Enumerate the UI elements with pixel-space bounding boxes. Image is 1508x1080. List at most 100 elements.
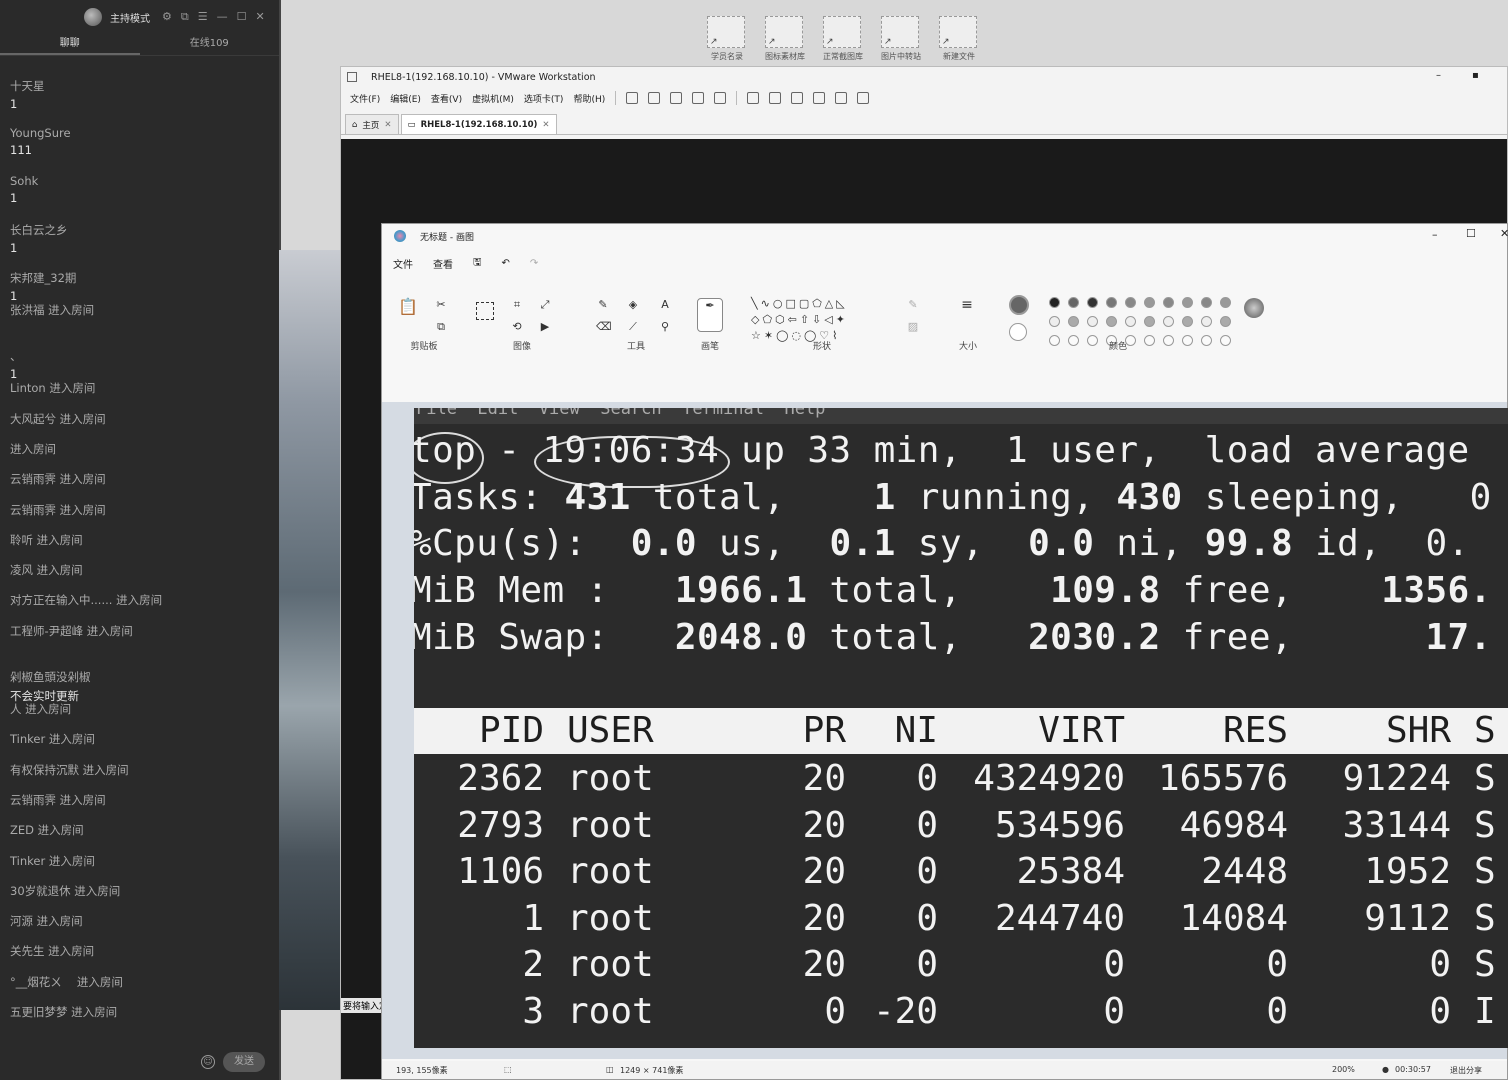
shapes-gallery[interactable]: ╲∿○□▢⬠△◺ ◇⬠⬡⇦⇧⇩◁✦ ☆✶◯◌◯♡⌇: [751, 296, 891, 344]
pause-icon[interactable]: [626, 92, 639, 104]
save-icon[interactable]: 🖫: [473, 255, 482, 272]
sender-name: YoungSure: [10, 126, 71, 140]
color-swatch[interactable]: [1087, 316, 1098, 327]
rotate-icon[interactable]: ⟲: [510, 320, 524, 334]
line-size-icon[interactable]: ≡: [960, 298, 974, 312]
stretch-icon[interactable]: [857, 92, 870, 104]
color-swatch[interactable]: [1087, 297, 1098, 308]
color-swatch[interactable]: [1125, 316, 1136, 327]
tab-home[interactable]: ⌂ 主页 ✕: [345, 114, 399, 134]
snapshot-icon[interactable]: [670, 92, 683, 104]
color-picker-icon[interactable]: ⟋: [626, 320, 640, 334]
tab-chat[interactable]: 聊聊: [0, 34, 140, 55]
maximize-icon[interactable]: ☐: [237, 10, 247, 24]
send-keys-icon[interactable]: [648, 92, 661, 104]
color-swatch[interactable]: [1144, 316, 1155, 327]
color-swatch[interactable]: [1201, 316, 1212, 327]
desktop-shortcut[interactable]: 图片中转站: [881, 16, 921, 62]
tab-vm[interactable]: ▭ RHEL8-1(192.168.10.10) ✕: [400, 114, 557, 134]
close-icon[interactable]: ✕: [1500, 227, 1508, 240]
settings-icon[interactable]: ⚙: [162, 10, 172, 24]
menu-edit[interactable]: 编辑(E): [390, 92, 421, 105]
brush-icon[interactable]: ✒: [697, 298, 723, 332]
table-cell: 2793: [457, 804, 544, 846]
revert-snapshot-icon[interactable]: [692, 92, 705, 104]
summary-text: 19:06:34: [542, 430, 720, 471]
color-swatch[interactable]: [1049, 316, 1060, 327]
redo-icon[interactable]: ↷: [530, 258, 538, 269]
menu-icon[interactable]: ☰: [198, 10, 208, 24]
shortcut-icon: [823, 16, 861, 48]
maximize-icon[interactable]: ☐: [1466, 227, 1476, 240]
close-icon[interactable]: ✕: [255, 10, 264, 24]
thumbnail-view-icon[interactable]: [769, 92, 782, 104]
terminal-screenshot[interactable]: File Edit View Search Terminal Help top …: [414, 408, 1508, 1048]
edit-colors-icon[interactable]: [1244, 298, 1264, 318]
close-icon[interactable]: ✕: [384, 120, 391, 130]
group-label: 画笔: [700, 342, 719, 352]
menu-help[interactable]: 帮助(H): [573, 92, 605, 105]
color-swatch[interactable]: [1125, 297, 1136, 308]
fill-icon[interactable]: ◈: [626, 298, 640, 312]
summary-line: %Cpu(s): 0.0 us, 0.1 sy, 0.0 ni, 99.8 id…: [414, 523, 1470, 564]
menu-file[interactable]: 文件(F): [350, 92, 380, 105]
text-icon[interactable]: A: [658, 298, 672, 312]
color-swatch[interactable]: [1144, 297, 1155, 308]
exit-share-button[interactable]: 退出分享: [1450, 1065, 1482, 1076]
color-swatch[interactable]: [1106, 297, 1117, 308]
select-icon[interactable]: [476, 302, 494, 320]
color-swatch[interactable]: [1163, 297, 1174, 308]
flip-icon[interactable]: ▶: [538, 320, 552, 334]
desktop-shortcut[interactable]: 新建文件: [939, 16, 979, 62]
unity-icon[interactable]: [813, 92, 826, 104]
color-swatch[interactable]: [1201, 297, 1212, 308]
color-swatch[interactable]: [1220, 316, 1231, 327]
cut-icon[interactable]: ✂: [434, 298, 448, 312]
tab-online[interactable]: 在线109: [140, 34, 280, 55]
maximize-icon[interactable]: ▪: [1472, 70, 1479, 81]
desktop-shortcut[interactable]: 图标素材库: [765, 16, 805, 62]
color-swatch[interactable]: [1068, 297, 1079, 308]
minimize-icon[interactable]: –: [1432, 228, 1438, 241]
fullscreen-icon[interactable]: [791, 92, 804, 104]
wallpaper-mountain: [279, 250, 341, 1010]
paste-icon[interactable]: 📋: [398, 299, 418, 315]
menu-view[interactable]: 查看(V): [431, 92, 462, 105]
emoji-icon[interactable]: ☺: [201, 1055, 215, 1069]
color-swatch[interactable]: [1182, 297, 1193, 308]
color-swatch[interactable]: [1106, 316, 1117, 327]
menu-file[interactable]: 文件: [393, 256, 413, 271]
menu-vm[interactable]: 虚拟机(M): [472, 92, 514, 105]
console-icon[interactable]: [835, 92, 848, 104]
desktop-shortcut[interactable]: 学员名录: [707, 16, 747, 62]
color-1-swatch[interactable]: [1009, 295, 1029, 315]
sidebar-view-icon[interactable]: [747, 92, 760, 104]
send-button[interactable]: 发送: [223, 1052, 265, 1072]
menu-tabs[interactable]: 选项卡(T): [524, 92, 564, 105]
color-swatch[interactable]: [1163, 316, 1174, 327]
list-item: 30岁就退休 进入房间: [10, 883, 120, 899]
magnifier-icon[interactable]: ⚲: [658, 320, 672, 334]
minimize-icon[interactable]: —: [217, 10, 228, 24]
join-event: Tinker 进入房间: [10, 732, 95, 747]
snapshot-manager-icon[interactable]: [714, 92, 727, 104]
color-swatch[interactable]: [1182, 316, 1193, 327]
color-swatch[interactable]: [1049, 297, 1060, 308]
avatar[interactable]: [84, 8, 102, 26]
undo-icon[interactable]: ↶: [502, 258, 510, 269]
copy-icon[interactable]: ⧉: [434, 320, 448, 334]
menu-view[interactable]: 查看: [433, 256, 453, 271]
crop-icon[interactable]: ⌗: [510, 298, 524, 312]
eraser-icon[interactable]: ⌫: [596, 320, 612, 334]
external-icon[interactable]: ⧉: [181, 10, 189, 24]
resize-icon[interactable]: ⤢: [538, 298, 552, 312]
minimize-icon[interactable]: –: [1436, 70, 1441, 81]
desktop-shortcut[interactable]: 正常截图库: [823, 16, 863, 62]
outline-icon[interactable]: ✎: [906, 298, 920, 312]
terminal-menubar: File Edit View Search Terminal Help: [414, 408, 1508, 424]
close-icon[interactable]: ✕: [542, 120, 549, 130]
fill-style-icon[interactable]: ▨: [906, 320, 920, 334]
color-swatch[interactable]: [1220, 297, 1231, 308]
pencil-icon[interactable]: ✎: [596, 298, 610, 312]
color-swatch[interactable]: [1068, 316, 1079, 327]
